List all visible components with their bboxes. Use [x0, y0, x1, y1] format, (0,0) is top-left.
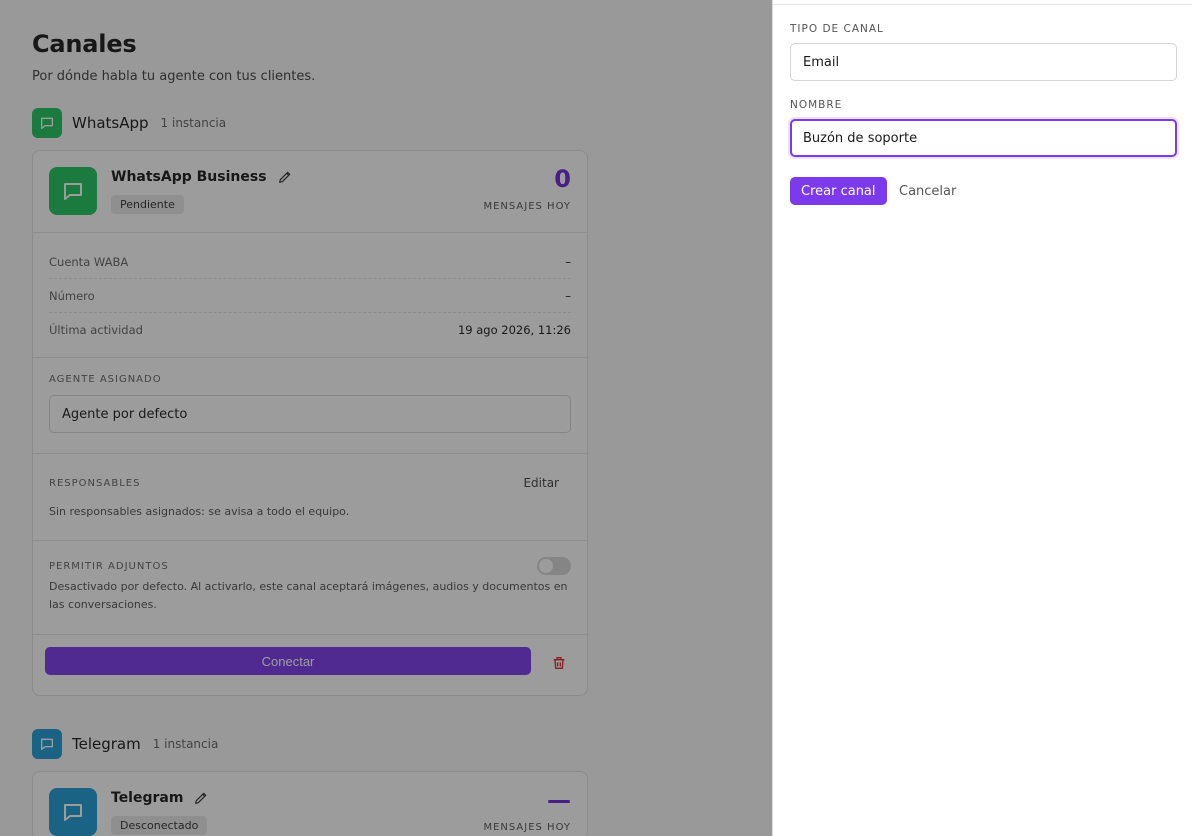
channel-name-label: NOMBRE [790, 99, 843, 111]
new-channel-panel: TIPO DE CANAL Email NOMBRE Buzón de sopo… [772, 0, 1192, 836]
channel-type-label: TIPO DE CANAL [790, 23, 884, 35]
channel-name-input[interactable]: Buzón de soporte [790, 119, 1177, 157]
cancel-button[interactable]: Cancelar [899, 177, 956, 205]
create-channel-button[interactable]: Crear canal [790, 177, 887, 205]
panel-divider [773, 4, 1192, 5]
channel-type-select[interactable]: Email [790, 43, 1177, 81]
